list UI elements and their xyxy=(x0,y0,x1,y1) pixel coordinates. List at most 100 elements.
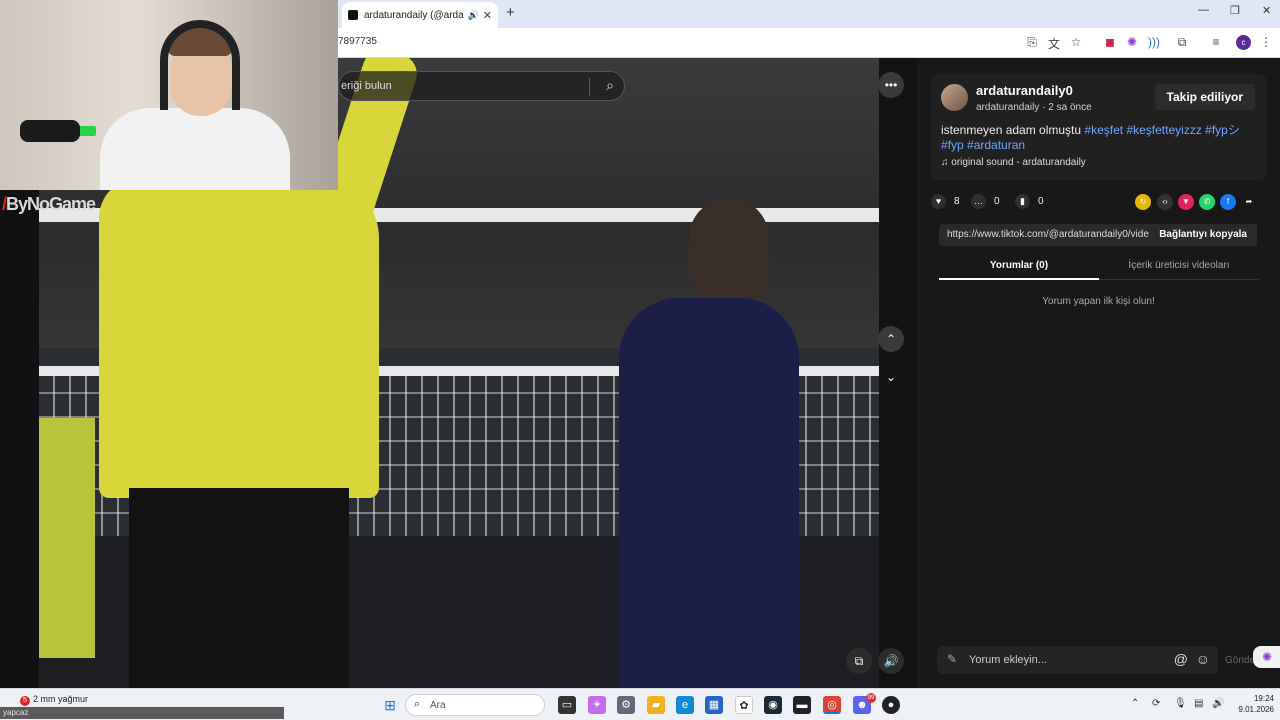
weather-badge: 5 xyxy=(20,696,30,706)
tray-network-icon[interactable]: ▤ xyxy=(1194,698,1203,709)
post-link-text[interactable]: https://www.tiktok.com/@ardaturandaily0/… xyxy=(947,229,1151,240)
weather-text: 2 mm yağmur xyxy=(33,694,89,704)
tiktok-favicon-icon xyxy=(348,10,358,20)
url-text[interactable]: 7897735 xyxy=(338,36,377,47)
media-controls-icon[interactable]: ≡ xyxy=(1208,35,1224,49)
tab-creator-videos[interactable]: İçerik üreticisi videoları xyxy=(1099,260,1259,271)
stream-logo: /ByNoGame xyxy=(2,194,96,214)
browser-menu-icon[interactable]: ⋮ xyxy=(1258,35,1274,49)
webcam-microphone xyxy=(20,120,80,142)
window-minimize-button[interactable]: — xyxy=(1198,4,1209,16)
picture-in-picture-icon[interactable]: ⧉ xyxy=(846,648,872,674)
tab-audio-icon[interactable]: 🔊 xyxy=(468,10,479,21)
taskbar-search-input[interactable] xyxy=(430,695,520,715)
sound-link[interactable]: ♫ original sound - ardaturandaily xyxy=(941,157,1086,168)
system-clock[interactable]: 19:24 9.01.2026 xyxy=(1232,693,1274,715)
send-to-friends-icon[interactable]: ▼ xyxy=(1178,194,1194,210)
sound-name[interactable]: original sound - ardaturandaily xyxy=(951,157,1086,168)
webcam-shirt xyxy=(100,108,290,190)
facebook-share-icon[interactable]: f xyxy=(1220,194,1236,210)
hashtag[interactable]: #fypシ xyxy=(1205,123,1240,137)
author-avatar[interactable] xyxy=(941,84,968,111)
search-icon[interactable]: ⌕ xyxy=(606,77,614,94)
tray-mic-icon[interactable]: 🎙 xyxy=(1174,698,1187,709)
extensions-puzzle-icon[interactable]: ⧉ xyxy=(1174,35,1190,50)
meta-separator: · xyxy=(1039,102,1049,113)
hashtag[interactable]: #keşfetteyizzz xyxy=(1126,123,1201,137)
window-close-button[interactable]: ✕ xyxy=(1262,4,1271,17)
search-input[interactable] xyxy=(339,72,589,100)
settings-gear-icon[interactable]: ⚙ xyxy=(617,696,635,714)
app-gear-icon[interactable]: ✿ xyxy=(735,696,753,714)
translate-icon[interactable]: 文 xyxy=(1046,35,1062,52)
extension-purple-icon[interactable]: ✺ xyxy=(1124,35,1140,49)
like-stat[interactable]: ♥ 8 xyxy=(931,194,960,209)
app-dark-icon[interactable]: ▬ xyxy=(793,696,811,714)
new-tab-button[interactable]: + xyxy=(506,4,515,21)
author-username[interactable]: ardaturandaily0 xyxy=(976,83,1073,98)
emoji-icon[interactable]: ☺ xyxy=(1196,651,1210,667)
whatsapp-share-icon[interactable]: ✆ xyxy=(1199,194,1215,210)
volume-icon[interactable]: 🔊 xyxy=(878,648,904,674)
mention-icon[interactable]: @ xyxy=(1174,651,1188,667)
app-round-icon[interactable]: ● xyxy=(882,696,900,714)
taskbar-search[interactable]: ⌕ xyxy=(405,694,545,716)
video-player-figure xyxy=(619,298,799,688)
copy-link-button[interactable]: Bağlantıyı kopyala xyxy=(1149,224,1257,246)
tray-sync-icon[interactable]: ⟳ xyxy=(1152,698,1160,709)
store-icon[interactable]: ▦ xyxy=(705,696,723,714)
taskbar-search-icon: ⌕ xyxy=(414,698,421,710)
hashtag[interactable]: #fyp xyxy=(941,138,964,152)
hashtag[interactable]: #keşfet xyxy=(1084,123,1123,137)
like-count: 8 xyxy=(954,196,960,207)
tray-overflow-icon[interactable]: ⌃ xyxy=(1131,698,1139,709)
chrome-icon[interactable]: ◎ xyxy=(823,696,841,714)
extension-audio-icon[interactable]: ))) xyxy=(1146,35,1162,49)
search-box[interactable]: ⌕ xyxy=(338,71,625,101)
steam-icon[interactable]: ◉ xyxy=(764,696,782,714)
copilot-icon[interactable]: ✦ xyxy=(588,696,606,714)
more-options-button[interactable]: ••• xyxy=(878,72,904,98)
task-view-icon[interactable]: ▭ xyxy=(558,696,576,714)
windows-taskbar: 52 mm yağmur yapcaz ⊞ ⌕ ▭ ✦ ⚙ ▰ e ▦ ✿ ◉ … xyxy=(0,688,1280,720)
next-video-button[interactable]: ⌄ xyxy=(878,364,904,390)
floating-extension-icon[interactable]: ✺ xyxy=(1253,646,1280,668)
share-arrow-icon[interactable]: ➦ xyxy=(1241,194,1257,210)
stream-logo-text: ByNoGame xyxy=(6,194,96,214)
tab-comments[interactable]: Yorumlar (0) xyxy=(939,260,1099,280)
tab-close-icon[interactable]: ✕ xyxy=(483,9,492,22)
previous-video-button[interactable]: ⌃ xyxy=(878,326,904,352)
weather-widget[interactable]: 52 mm yağmur xyxy=(20,694,88,706)
comment-stat[interactable]: … 0 xyxy=(971,194,1000,209)
edge-browser-icon[interactable]: e xyxy=(676,696,694,714)
clock-time: 19:24 xyxy=(1253,694,1274,703)
profile-avatar[interactable]: c xyxy=(1236,35,1251,50)
repost-icon[interactable]: ↻ xyxy=(1135,194,1151,210)
post-link-box: https://www.tiktok.com/@ardaturandaily0/… xyxy=(939,224,1257,246)
following-button[interactable]: Takip ediliyor xyxy=(1154,84,1255,110)
author-handle[interactable]: ardaturandaily xyxy=(976,102,1039,113)
bookmark-icon[interactable]: ▮ xyxy=(1015,194,1030,209)
file-explorer-icon[interactable]: ▰ xyxy=(647,696,665,714)
post-caption: istenmeyen adam olmuştu #keşfet #keşfett… xyxy=(941,123,1261,153)
comment-icon[interactable]: … xyxy=(971,194,986,209)
video-referee-shorts xyxy=(129,488,349,688)
tray-volume-icon[interactable]: 🔊 xyxy=(1212,698,1224,709)
extension-red-icon[interactable]: ◼ xyxy=(1102,35,1118,49)
side-area: ••• ⌃ ⌄ 🔊 ardaturandaily0 ardaturandaily… xyxy=(878,58,1280,688)
heart-icon[interactable]: ♥ xyxy=(931,194,946,209)
browser-tab[interactable]: ardaturandaily (@ardaturan 🔊 ✕ xyxy=(342,2,498,28)
tab-title: ardaturandaily (@ardaturan xyxy=(364,9,464,21)
comment-input[interactable] xyxy=(969,646,1159,674)
save-stat[interactable]: ▮ 0 xyxy=(1015,194,1044,209)
video-nav-controls: ••• ⌃ ⌄ 🔊 xyxy=(878,58,917,688)
window-restore-button[interactable]: ❐ xyxy=(1230,4,1240,17)
bookmark-star-icon[interactable]: ☆ xyxy=(1068,35,1084,49)
save-count: 0 xyxy=(1038,196,1044,207)
install-app-icon[interactable]: ⎘ xyxy=(1024,35,1040,50)
comment-sticker-icon[interactable]: ✎ xyxy=(947,652,957,666)
embed-code-icon[interactable]: ‹› xyxy=(1157,194,1173,210)
video-referee-figure xyxy=(99,178,379,498)
hashtag[interactable]: #ardaturan xyxy=(967,138,1025,152)
windows-start-icon[interactable]: ⊞ xyxy=(381,696,399,714)
